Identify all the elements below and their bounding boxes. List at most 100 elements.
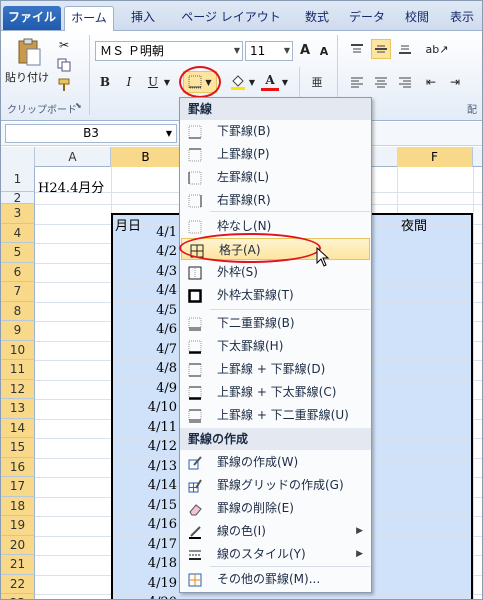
cell-date[interactable]: 4/5: [131, 303, 177, 318]
increase-indent-icon[interactable]: ⇥: [445, 73, 465, 91]
phonetic-guide-icon[interactable]: 亜: [307, 73, 327, 91]
row-header[interactable]: 6: [1, 262, 35, 282]
menu-item-thick-box-border[interactable]: 外枠太罫線(T): [180, 284, 371, 306]
align-left-icon[interactable]: [347, 73, 367, 91]
cell-date[interactable]: 4/7: [131, 342, 177, 357]
row-header[interactable]: 22: [1, 574, 35, 594]
chevron-down-icon[interactable]: ▼: [248, 75, 256, 89]
cell-date[interactable]: 4/2: [131, 244, 177, 259]
row-header[interactable]: 8: [1, 301, 35, 321]
menu-item-border-top[interactable]: 上罫線(P): [180, 143, 371, 165]
row-header[interactable]: 18: [1, 496, 35, 516]
copy-icon[interactable]: [56, 57, 72, 73]
orientation-icon[interactable]: ab↗: [425, 39, 449, 59]
chevron-down-icon[interactable]: ▼: [281, 75, 289, 89]
cell-a1[interactable]: H24.4月分: [38, 177, 104, 196]
format-painter-icon[interactable]: [56, 77, 72, 93]
menu-item-draw-border-grid[interactable]: 罫線グリッドの作成(G): [180, 474, 371, 496]
cell-date[interactable]: 4/19: [131, 576, 177, 591]
row-header[interactable]: 16: [1, 457, 35, 477]
cell-date[interactable]: 4/17: [131, 537, 177, 552]
menu-item-line-style[interactable]: 線のスタイル(Y) ▶: [180, 543, 371, 565]
row-header[interactable]: 4: [1, 223, 35, 243]
font-size-select[interactable]: 11 ▼: [245, 41, 293, 61]
row-header[interactable]: 12: [1, 379, 35, 399]
menu-item-thick-bottom-border[interactable]: 下太罫線(H): [180, 335, 371, 357]
menu-item-top-double-bottom-border[interactable]: 上罫線 + 下二重罫線(U): [180, 404, 371, 426]
cell-date[interactable]: 4/15: [131, 498, 177, 513]
paste-button[interactable]: 貼り付け: [5, 69, 49, 85]
menu-item-line-color[interactable]: 線の色(I) ▶: [180, 520, 371, 542]
row-header[interactable]: 1: [1, 167, 35, 192]
clipboard-launcher-icon[interactable]: ⬊: [75, 101, 82, 110]
menu-item-more-borders[interactable]: その他の罫線(M)...: [180, 568, 371, 590]
row-header[interactable]: 23: [1, 594, 35, 599]
tab-data[interactable]: データ: [341, 6, 393, 30]
font-color-icon[interactable]: A: [261, 71, 279, 91]
column-header-b[interactable]: B: [111, 147, 181, 167]
menu-item-border-left[interactable]: 左罫線(L): [180, 166, 371, 188]
align-center-icon[interactable]: [371, 73, 391, 91]
row-header[interactable]: 10: [1, 340, 35, 360]
cell-date[interactable]: 4/16: [131, 517, 177, 532]
menu-item-draw-border[interactable]: 罫線の作成(W): [180, 451, 371, 473]
name-box[interactable]: B3 ▼: [5, 124, 177, 143]
tab-insert[interactable]: 挿入: [119, 6, 167, 30]
italic-button[interactable]: I: [121, 73, 137, 91]
tab-formulas[interactable]: 数式: [294, 6, 340, 30]
row-header[interactable]: 5: [1, 243, 35, 263]
menu-item-erase-border[interactable]: 罫線の削除(E): [180, 497, 371, 519]
row-header[interactable]: 20: [1, 535, 35, 555]
bold-button[interactable]: B: [97, 73, 113, 91]
tab-file[interactable]: ファイル: [3, 6, 61, 30]
cell-date[interactable]: 4/4: [131, 283, 177, 298]
shrink-font-button[interactable]: A: [317, 43, 331, 59]
cell-date[interactable]: 4/3: [131, 264, 177, 279]
tab-review[interactable]: 校閲: [394, 6, 440, 30]
grow-font-button[interactable]: A: [297, 41, 313, 59]
row-header[interactable]: 9: [1, 321, 35, 341]
cell-date[interactable]: 4/13: [131, 459, 177, 474]
font-name-select[interactable]: ＭＳ Ｐ明朝 ▼: [95, 41, 243, 61]
row-header[interactable]: 19: [1, 516, 35, 536]
menu-item-double-bottom-border[interactable]: 下二重罫線(B): [180, 312, 371, 334]
cell-date[interactable]: 4/11: [131, 420, 177, 435]
cell-date[interactable]: 4/14: [131, 478, 177, 493]
row-header[interactable]: 15: [1, 438, 35, 458]
tab-home[interactable]: ホーム: [64, 6, 114, 32]
paste-icon[interactable]: [9, 35, 49, 69]
cell-date[interactable]: 4/12: [131, 439, 177, 454]
column-header-a[interactable]: A: [35, 147, 111, 167]
menu-item-top-thick-bottom-border[interactable]: 上罫線 + 下太罫線(C): [180, 381, 371, 403]
row-header[interactable]: 21: [1, 555, 35, 575]
cell-date[interactable]: 4/18: [131, 556, 177, 571]
cell-date[interactable]: 4/20: [131, 595, 177, 599]
row-header[interactable]: 3: [1, 204, 35, 224]
row-header[interactable]: 7: [1, 282, 35, 302]
row-header[interactable]: 14: [1, 418, 35, 438]
row-header[interactable]: 2: [1, 192, 35, 204]
menu-item-top-bottom-border[interactable]: 上罫線 + 下罫線(D): [180, 358, 371, 380]
row-header[interactable]: 13: [1, 399, 35, 419]
cut-icon[interactable]: ✂: [56, 37, 72, 53]
cell-date[interactable]: 4/10: [131, 400, 177, 415]
decrease-indent-icon[interactable]: ⇤: [421, 73, 441, 91]
cell-f3[interactable]: 夜間: [401, 215, 427, 234]
select-all-corner[interactable]: [1, 147, 35, 167]
underline-button[interactable]: U: [145, 73, 161, 91]
align-top-icon[interactable]: [347, 39, 367, 59]
row-header[interactable]: 11: [1, 360, 35, 380]
menu-item-border-bottom[interactable]: 下罫線(B): [180, 120, 371, 142]
menu-item-border-right[interactable]: 右罫線(R): [180, 189, 371, 211]
cell-date[interactable]: 4/9: [131, 381, 177, 396]
cell-b3[interactable]: 月日: [115, 215, 141, 234]
menu-item-outside-border[interactable]: 外枠(S): [180, 261, 371, 283]
fill-color-icon[interactable]: [229, 73, 247, 91]
tab-page-layout[interactable]: ページ レイアウト: [171, 6, 291, 30]
row-header[interactable]: 17: [1, 477, 35, 497]
chevron-down-icon[interactable]: ▼: [163, 75, 171, 89]
align-right-icon[interactable]: [395, 73, 415, 91]
tab-view[interactable]: 表示: [441, 6, 482, 30]
cell-date[interactable]: 4/8: [131, 361, 177, 376]
column-header-f[interactable]: F: [397, 147, 473, 167]
